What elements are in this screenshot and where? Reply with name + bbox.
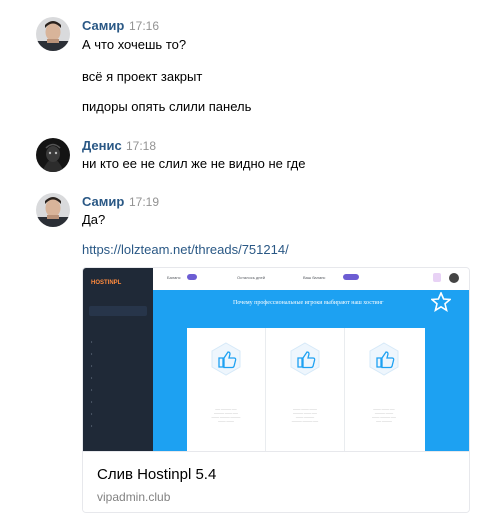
preview-topbar: Баланс Осталось дней Ваш баланс	[153, 268, 469, 291]
preview-topbar-item: Осталось дней	[237, 275, 265, 280]
link-preview-info[interactable]: Слив Hostinpl 5.4 vipadmin.club	[83, 451, 469, 512]
message-time[interactable]: 17:19	[129, 195, 159, 209]
preview-sidebar: HOSTINPL • • • • • • • •	[83, 268, 153, 451]
preview-topbar-item: Ваш баланс	[303, 275, 326, 280]
preview-heading: Почему профессиональные игроки выбирают …	[233, 300, 384, 306]
thumbs-up-icon	[211, 342, 241, 376]
preview-logo: HOSTINPL	[91, 280, 122, 286]
preview-hero: Почему профессиональные игроки выбирают …	[153, 290, 469, 451]
thumbs-up-icon	[290, 342, 320, 376]
preview-topbar-item: Баланс	[167, 275, 181, 280]
avatar-samir[interactable]	[36, 193, 70, 227]
message-author[interactable]: Самир	[82, 194, 124, 209]
message-text: пидоры опять слили панель	[82, 99, 252, 114]
preview-panel: —— ———— —— ———— ——— —— ——— ———— ———— ——— ——…	[187, 328, 425, 451]
message-time[interactable]: 17:18	[126, 139, 156, 153]
message-text: всё я проект закрыт	[82, 69, 203, 84]
link-preview-card[interactable]: HOSTINPL • • • • • • • • Баланс Осталось…	[82, 267, 470, 513]
preview-image[interactable]: HOSTINPL • • • • • • • • Баланс Осталось…	[83, 268, 469, 451]
avatar-samir[interactable]	[36, 17, 70, 51]
message-text: Да?	[82, 212, 106, 227]
star-icon	[431, 292, 451, 312]
message-author[interactable]: Самир	[82, 18, 124, 33]
message-link[interactable]: https://lolzteam.net/threads/751214/	[82, 242, 289, 257]
avatar-denis[interactable]	[36, 138, 70, 172]
thumbs-up-icon	[369, 342, 399, 376]
message-time[interactable]: 17:16	[129, 19, 159, 33]
message-text: ни кто ее не слил же не видно не где	[82, 156, 306, 171]
link-preview-title[interactable]: Слив Hostinpl 5.4	[97, 466, 216, 483]
message-author[interactable]: Денис	[82, 138, 122, 153]
message-text: А что хочешь то?	[82, 37, 187, 52]
link-preview-domain: vipadmin.club	[97, 490, 171, 504]
